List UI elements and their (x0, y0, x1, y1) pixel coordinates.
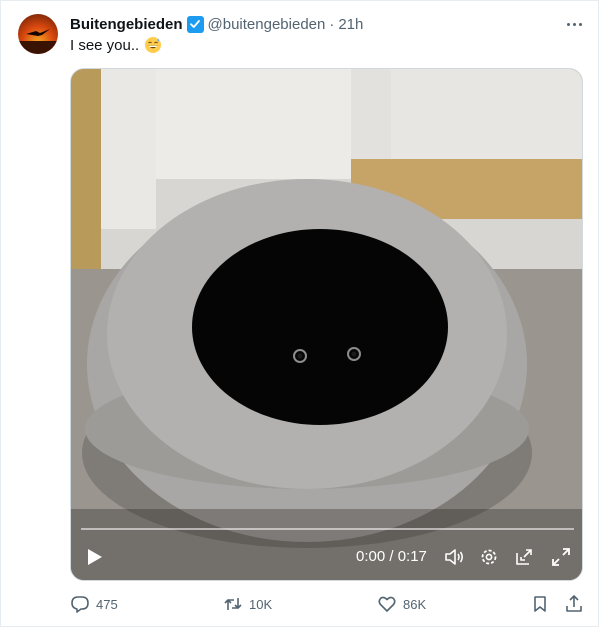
separator-dot: · (329, 15, 335, 33)
user-handle[interactable]: @buitengebieden (208, 16, 326, 33)
more-options-icon[interactable] (563, 13, 585, 35)
avatar[interactable] (18, 14, 58, 54)
display-name[interactable]: Buitengebieden (70, 16, 183, 33)
play-icon[interactable] (83, 546, 105, 568)
picture-in-picture-icon[interactable] (513, 546, 535, 568)
bookmark-button[interactable] (530, 593, 550, 615)
timestamp[interactable]: 21h (338, 16, 363, 33)
share-icon (566, 595, 582, 612)
bookmark-icon (534, 596, 546, 612)
tweet-header: Buitengebieden @buitengebieden · 21h (70, 14, 363, 34)
video-time: 0:00 / 0:17 (356, 548, 427, 565)
reply-count: 475 (96, 596, 118, 612)
tweet-text: I see you.. (70, 36, 162, 54)
video-player[interactable]: 0:00 / 0:17 (70, 68, 583, 581)
video-progress-bar[interactable] (81, 528, 574, 530)
tweet-card[interactable]: Buitengebieden @buitengebieden · 21h I s… (0, 0, 599, 627)
share-button[interactable] (564, 593, 584, 615)
fullscreen-icon[interactable] (550, 546, 572, 568)
like-button[interactable]: 86K (377, 593, 426, 615)
retweet-count: 10K (249, 596, 273, 612)
verified-badge-icon (186, 15, 204, 33)
retweet-button[interactable]: 10K (223, 593, 272, 615)
like-count: 86K (403, 596, 427, 612)
reply-button[interactable]: 475 (70, 593, 118, 615)
heart-icon (378, 596, 396, 612)
tweet-text-content: I see you.. (70, 36, 140, 54)
grinning-sweat-emoji-icon (145, 37, 162, 53)
video-frame (71, 69, 582, 580)
settings-icon[interactable] (478, 546, 500, 568)
volume-icon[interactable] (443, 546, 465, 568)
retweet-icon (224, 598, 242, 610)
reply-icon (71, 596, 89, 613)
